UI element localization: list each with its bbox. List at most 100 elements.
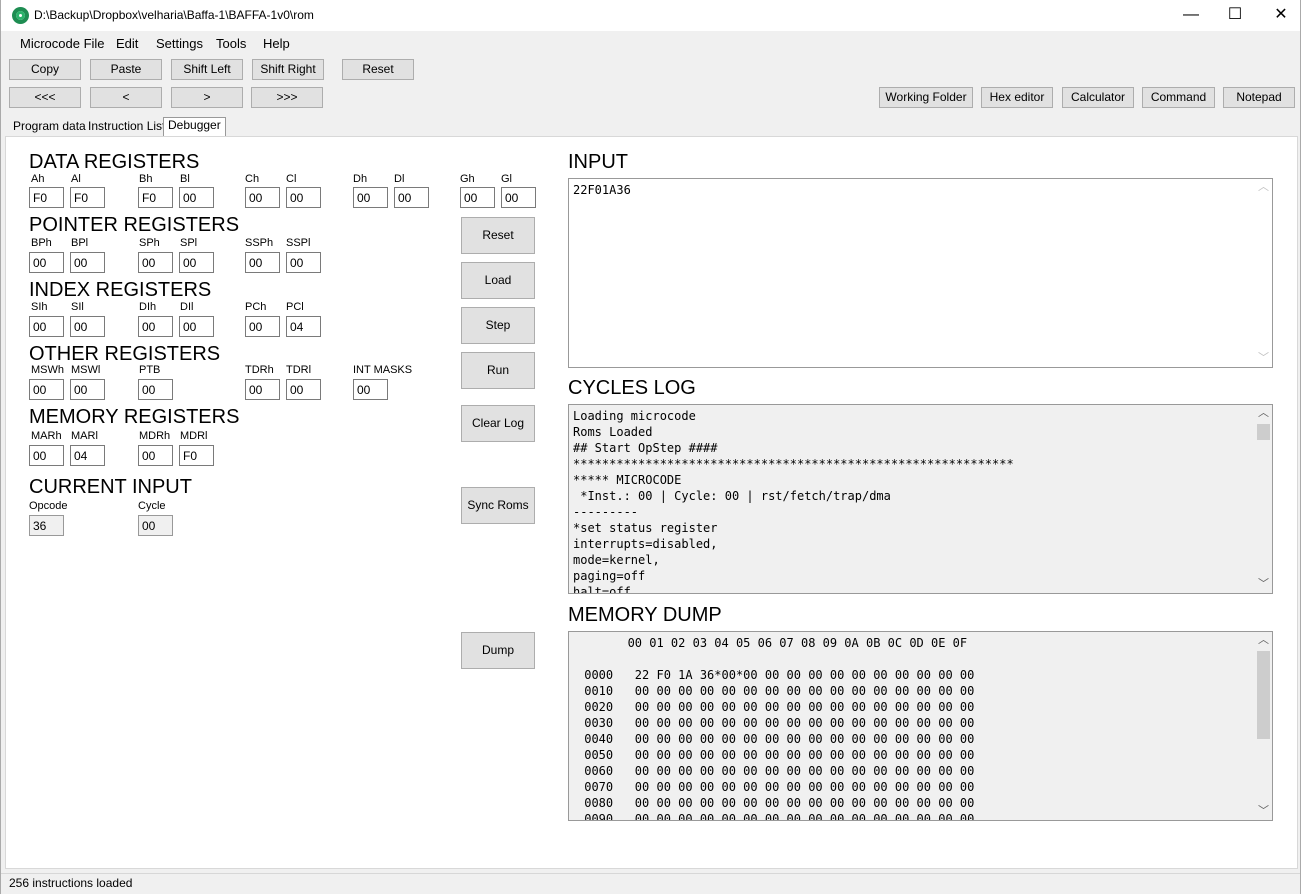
- register-field-pcl[interactable]: 04: [286, 316, 321, 337]
- scroll-thumb[interactable]: [1257, 424, 1270, 440]
- memory-dump-heading: MEMORY DUMP: [568, 604, 722, 626]
- last-button[interactable]: >>>: [251, 87, 323, 108]
- register-label: DIh: [139, 301, 157, 313]
- register-label: PCl: [286, 301, 304, 313]
- scroll-up-icon[interactable]: ︿: [1255, 632, 1272, 649]
- register-field-int-masks[interactable]: 00: [353, 379, 388, 400]
- tab-debugger[interactable]: Debugger: [163, 117, 226, 136]
- dump-button[interactable]: Dump: [461, 632, 535, 669]
- register-field-mswl[interactable]: 00: [70, 379, 105, 400]
- memory-dump-scrollbar[interactable]: ︿ ﹀: [1255, 632, 1272, 820]
- register-field-ptb[interactable]: 00: [138, 379, 173, 400]
- next-button[interactable]: >: [171, 87, 243, 108]
- cycles-log-textarea[interactable]: Loading microcode Roms Loaded ## Start O…: [568, 404, 1273, 594]
- hex-editor-button[interactable]: Hex editor: [981, 87, 1053, 108]
- register-label: DIl: [180, 301, 194, 313]
- calculator-button[interactable]: Calculator: [1062, 87, 1134, 108]
- register-field-mswh[interactable]: 00: [29, 379, 64, 400]
- scroll-down-icon[interactable]: ﹀: [1255, 803, 1272, 820]
- reset-debug-button[interactable]: Reset: [461, 217, 535, 254]
- register-field-ch[interactable]: 00: [245, 187, 280, 208]
- clear-log-button[interactable]: Clear Log: [461, 405, 535, 442]
- sync-roms-button[interactable]: Sync Roms: [461, 487, 535, 524]
- index-registers-heading: INDEX REGISTERS: [29, 279, 212, 301]
- register-field-bh[interactable]: F0: [138, 187, 173, 208]
- register-field-gh[interactable]: 00: [460, 187, 495, 208]
- register-field-spl[interactable]: 00: [179, 252, 214, 273]
- register-label: MSWl: [71, 364, 101, 376]
- register-field-sspl[interactable]: 00: [286, 252, 321, 273]
- register-label: BPl: [71, 237, 89, 249]
- input-textarea[interactable]: 22F01A36 ︿ ﹀: [568, 178, 1273, 368]
- register-field-mdrl[interactable]: F0: [179, 445, 214, 466]
- reset-toolbar-button[interactable]: Reset: [342, 59, 414, 80]
- register-field-al[interactable]: F0: [70, 187, 105, 208]
- menu-edit[interactable]: Edit: [116, 36, 138, 51]
- first-button[interactable]: <<<: [9, 87, 81, 108]
- register-label: Gl: [501, 173, 512, 185]
- register-field-dih[interactable]: 00: [138, 316, 173, 337]
- input-text: 22F01A36: [573, 183, 631, 197]
- run-button[interactable]: Run: [461, 352, 535, 389]
- previous-button[interactable]: <: [90, 87, 162, 108]
- register-field-dl[interactable]: 00: [394, 187, 429, 208]
- register-field-marh[interactable]: 00: [29, 445, 64, 466]
- register-field-sph[interactable]: 00: [138, 252, 173, 273]
- register-field-tdrl[interactable]: 00: [286, 379, 321, 400]
- register-label: SIl: [71, 301, 84, 313]
- menu-help[interactable]: Help: [263, 36, 290, 51]
- register-label: BPh: [31, 237, 52, 249]
- register-field-mdrh[interactable]: 00: [138, 445, 173, 466]
- register-label: MARh: [31, 430, 62, 442]
- working-folder-button[interactable]: Working Folder: [879, 87, 973, 108]
- register-field-sil[interactable]: 00: [70, 316, 105, 337]
- scroll-down-icon[interactable]: ﹀: [1255, 350, 1272, 367]
- menu-tools[interactable]: Tools: [216, 36, 246, 51]
- register-field-dh[interactable]: 00: [353, 187, 388, 208]
- register-field-gl[interactable]: 00: [501, 187, 536, 208]
- register-field-bph[interactable]: 00: [29, 252, 64, 273]
- cycles-log-text: Loading microcode Roms Loaded ## Start O…: [573, 409, 1014, 594]
- shift-right-button[interactable]: Shift Right: [252, 59, 324, 80]
- register-field-pch[interactable]: 00: [245, 316, 280, 337]
- scroll-down-icon[interactable]: ﹀: [1255, 576, 1272, 593]
- paste-button[interactable]: Paste: [90, 59, 162, 80]
- register-label: Bh: [139, 173, 153, 185]
- cycles-log-heading: CYCLES LOG: [568, 377, 696, 399]
- load-button[interactable]: Load: [461, 262, 535, 299]
- cycles-log-scrollbar[interactable]: ︿ ﹀: [1255, 405, 1272, 593]
- register-label: Bl: [180, 173, 190, 185]
- shift-left-button[interactable]: Shift Left: [171, 59, 243, 80]
- register-label: PTB: [139, 364, 161, 376]
- menu-settings[interactable]: Settings: [156, 36, 203, 51]
- menu-microcode-file[interactable]: Microcode File: [20, 36, 105, 51]
- tab-program-data[interactable]: Program data: [9, 119, 90, 136]
- minimize-button[interactable]: —: [1168, 0, 1214, 31]
- register-field-bl[interactable]: 00: [179, 187, 214, 208]
- register-field-dil[interactable]: 00: [179, 316, 214, 337]
- notepad-button[interactable]: Notepad: [1223, 87, 1295, 108]
- scroll-thumb[interactable]: [1257, 651, 1270, 739]
- step-button[interactable]: Step: [461, 307, 535, 344]
- register-label: MSWh: [31, 364, 64, 376]
- register-field-tdrh[interactable]: 00: [245, 379, 280, 400]
- copy-button[interactable]: Copy: [9, 59, 81, 80]
- memory-registers-heading: MEMORY REGISTERS: [29, 406, 240, 428]
- register-field-cl[interactable]: 00: [286, 187, 321, 208]
- input-scrollbar[interactable]: ︿ ﹀: [1255, 179, 1272, 367]
- memory-dump-textarea[interactable]: 00 01 02 03 04 05 06 07 08 09 0A 0B 0C 0…: [568, 631, 1273, 821]
- scroll-up-icon[interactable]: ︿: [1255, 405, 1272, 422]
- register-label: INT MASKS: [353, 364, 413, 376]
- register-field-ah[interactable]: F0: [29, 187, 64, 208]
- register-field-marl[interactable]: 04: [70, 445, 105, 466]
- register-field-sih[interactable]: 00: [29, 316, 64, 337]
- register-field-ssph[interactable]: 00: [245, 252, 280, 273]
- register-label: Opcode: [29, 500, 68, 512]
- memory-dump-text: 00 01 02 03 04 05 06 07 08 09 0A 0B 0C 0…: [584, 636, 975, 821]
- tab-instruction-list[interactable]: Instruction List: [84, 119, 169, 136]
- scroll-up-icon[interactable]: ︿: [1255, 179, 1272, 196]
- maximize-button[interactable]: ☐: [1212, 0, 1258, 31]
- command-button[interactable]: Command: [1142, 87, 1215, 108]
- close-button[interactable]: ✕: [1258, 0, 1301, 31]
- register-field-bpl[interactable]: 00: [70, 252, 105, 273]
